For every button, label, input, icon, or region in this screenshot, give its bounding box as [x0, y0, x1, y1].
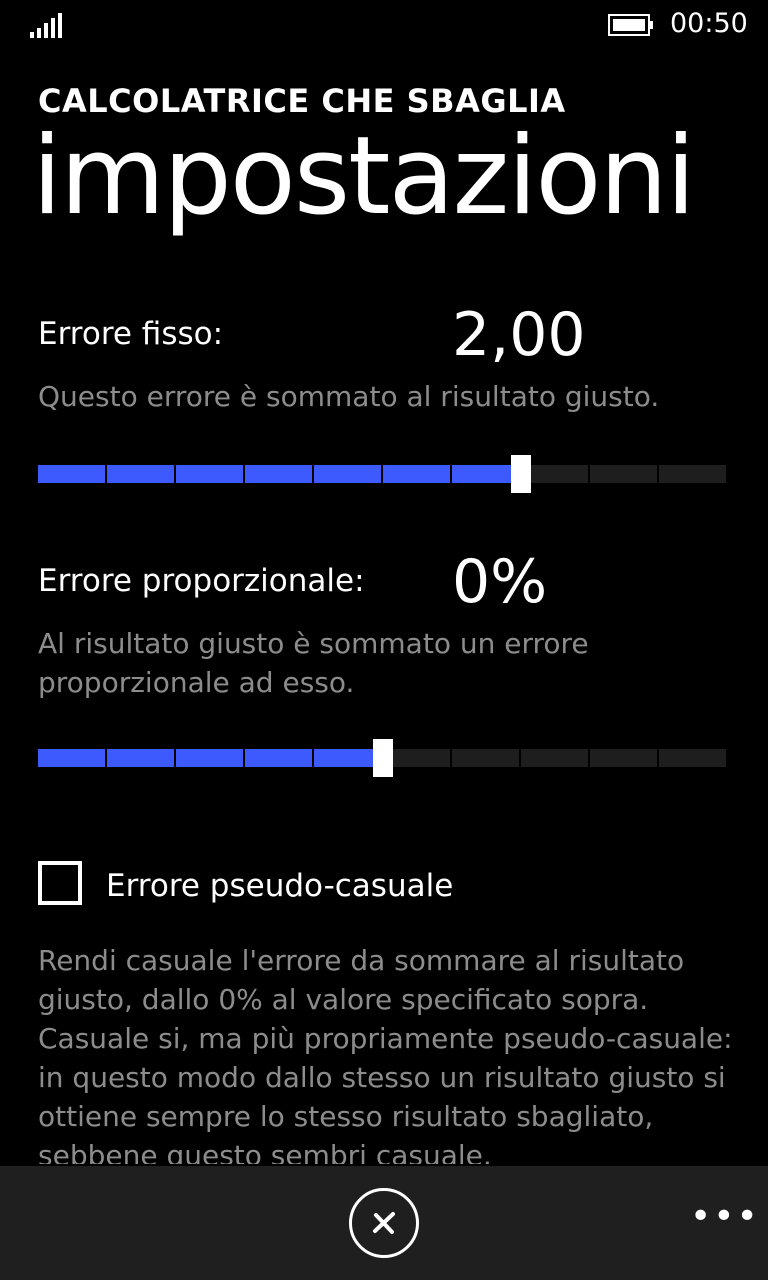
slider-segment	[38, 465, 105, 483]
slider-segment	[659, 465, 726, 483]
battery-icon	[608, 14, 653, 36]
pseudo-random-checkbox[interactable]	[38, 861, 82, 905]
slider-segment	[521, 749, 588, 767]
slider-segment	[452, 749, 519, 767]
slider-segment	[38, 749, 105, 767]
slider-segment	[107, 749, 174, 767]
fixed-error-slider[interactable]	[38, 455, 728, 493]
proportional-error-description: Al risultato giusto è sommato un errore …	[38, 627, 589, 699]
proportional-error-label: Errore proporzionale:	[38, 563, 365, 599]
slider-segment	[314, 465, 381, 483]
more-icon[interactable]: •••	[690, 1196, 760, 1237]
slider-segment	[314, 749, 381, 767]
fixed-error-description: Questo errore è sommato al risultato giu…	[38, 380, 660, 413]
slider-segment	[176, 465, 243, 483]
slider-segment	[590, 465, 657, 483]
slider-thumb[interactable]	[511, 455, 531, 493]
slider-segment	[521, 465, 588, 483]
page-title: impostazioni	[32, 114, 696, 239]
status-bar: 00:50	[0, 0, 768, 52]
slider-segment	[590, 749, 657, 767]
slider-thumb[interactable]	[373, 739, 393, 777]
pseudo-random-label[interactable]: Errore pseudo-casuale	[106, 868, 453, 904]
close-icon	[373, 1212, 395, 1234]
slider-segment	[107, 465, 174, 483]
proportional-error-slider[interactable]	[38, 739, 728, 777]
slider-segment	[245, 749, 312, 767]
slider-segment	[452, 465, 519, 483]
slider-segment	[176, 749, 243, 767]
clock: 00:50	[670, 8, 748, 39]
slider-segment	[383, 465, 450, 483]
pseudo-random-description: Rendi casuale l'errore da sommare al ris…	[38, 944, 733, 1164]
slider-segment	[383, 749, 450, 767]
cancel-button[interactable]	[349, 1188, 419, 1258]
fixed-error-label: Errore fisso:	[38, 316, 224, 352]
fixed-error-value: 2,00	[452, 300, 586, 370]
signal-bars-icon	[30, 13, 62, 38]
proportional-error-value: 0%	[452, 547, 548, 617]
slider-segment	[659, 749, 726, 767]
slider-segment	[245, 465, 312, 483]
